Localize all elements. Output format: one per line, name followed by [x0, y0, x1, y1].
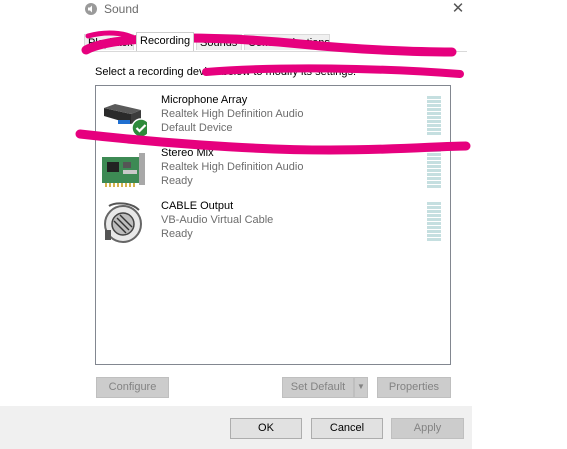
tab-communications[interactable]: Communications	[244, 34, 330, 50]
speaker-icon	[84, 2, 98, 16]
device-item-microphone-array[interactable]: Microphone Array Realtek High Definition…	[96, 92, 450, 144]
level-meter	[427, 96, 441, 136]
level-meter	[427, 149, 441, 189]
tab-panel-border	[84, 51, 467, 52]
tab-playback[interactable]: Playback	[84, 34, 134, 50]
device-name: Microphone Array	[161, 94, 248, 106]
device-driver: Realtek High Definition Audio	[161, 161, 304, 173]
sound-dialog: Sound ✕ Playback Recording Sounds Commun…	[0, 0, 567, 449]
device-item-cable-output[interactable]: CABLE Output VB-Audio Virtual Cable Read…	[96, 198, 450, 250]
set-default-button[interactable]: Set Default	[282, 377, 354, 398]
device-name: CABLE Output	[161, 200, 234, 212]
device-item-stereo-mix[interactable]: Stereo Mix Realtek High Definition Audio…	[96, 145, 450, 197]
device-driver: VB-Audio Virtual Cable	[161, 214, 274, 226]
close-button[interactable]: ✕	[448, 0, 468, 18]
device-driver: Realtek High Definition Audio	[161, 108, 304, 120]
cancel-button[interactable]: Cancel	[311, 418, 383, 439]
sound-card-icon	[101, 147, 147, 193]
device-name: Stereo Mix	[161, 147, 214, 159]
tab-sounds[interactable]: Sounds	[196, 34, 242, 50]
apply-button[interactable]: Apply	[391, 418, 464, 439]
ok-button[interactable]: OK	[230, 418, 302, 439]
device-status: Ready	[161, 228, 193, 240]
cable-device-icon	[101, 200, 147, 246]
title-bar: Sound ✕	[0, 0, 472, 20]
window-title: Sound	[104, 2, 139, 16]
tab-recording[interactable]: Recording	[136, 32, 194, 51]
properties-button[interactable]: Properties	[377, 377, 451, 398]
device-status: Ready	[161, 175, 193, 187]
configure-button[interactable]: Configure	[96, 377, 169, 398]
recording-device-list[interactable]: Microphone Array Realtek High Definition…	[95, 85, 451, 365]
device-status: Default Device	[161, 122, 233, 134]
instruction-text: Select a recording device below to modif…	[95, 66, 357, 78]
microphone-array-icon	[101, 94, 151, 140]
level-meter	[427, 202, 441, 242]
set-default-dropdown-arrow[interactable]: ▼	[354, 377, 368, 398]
